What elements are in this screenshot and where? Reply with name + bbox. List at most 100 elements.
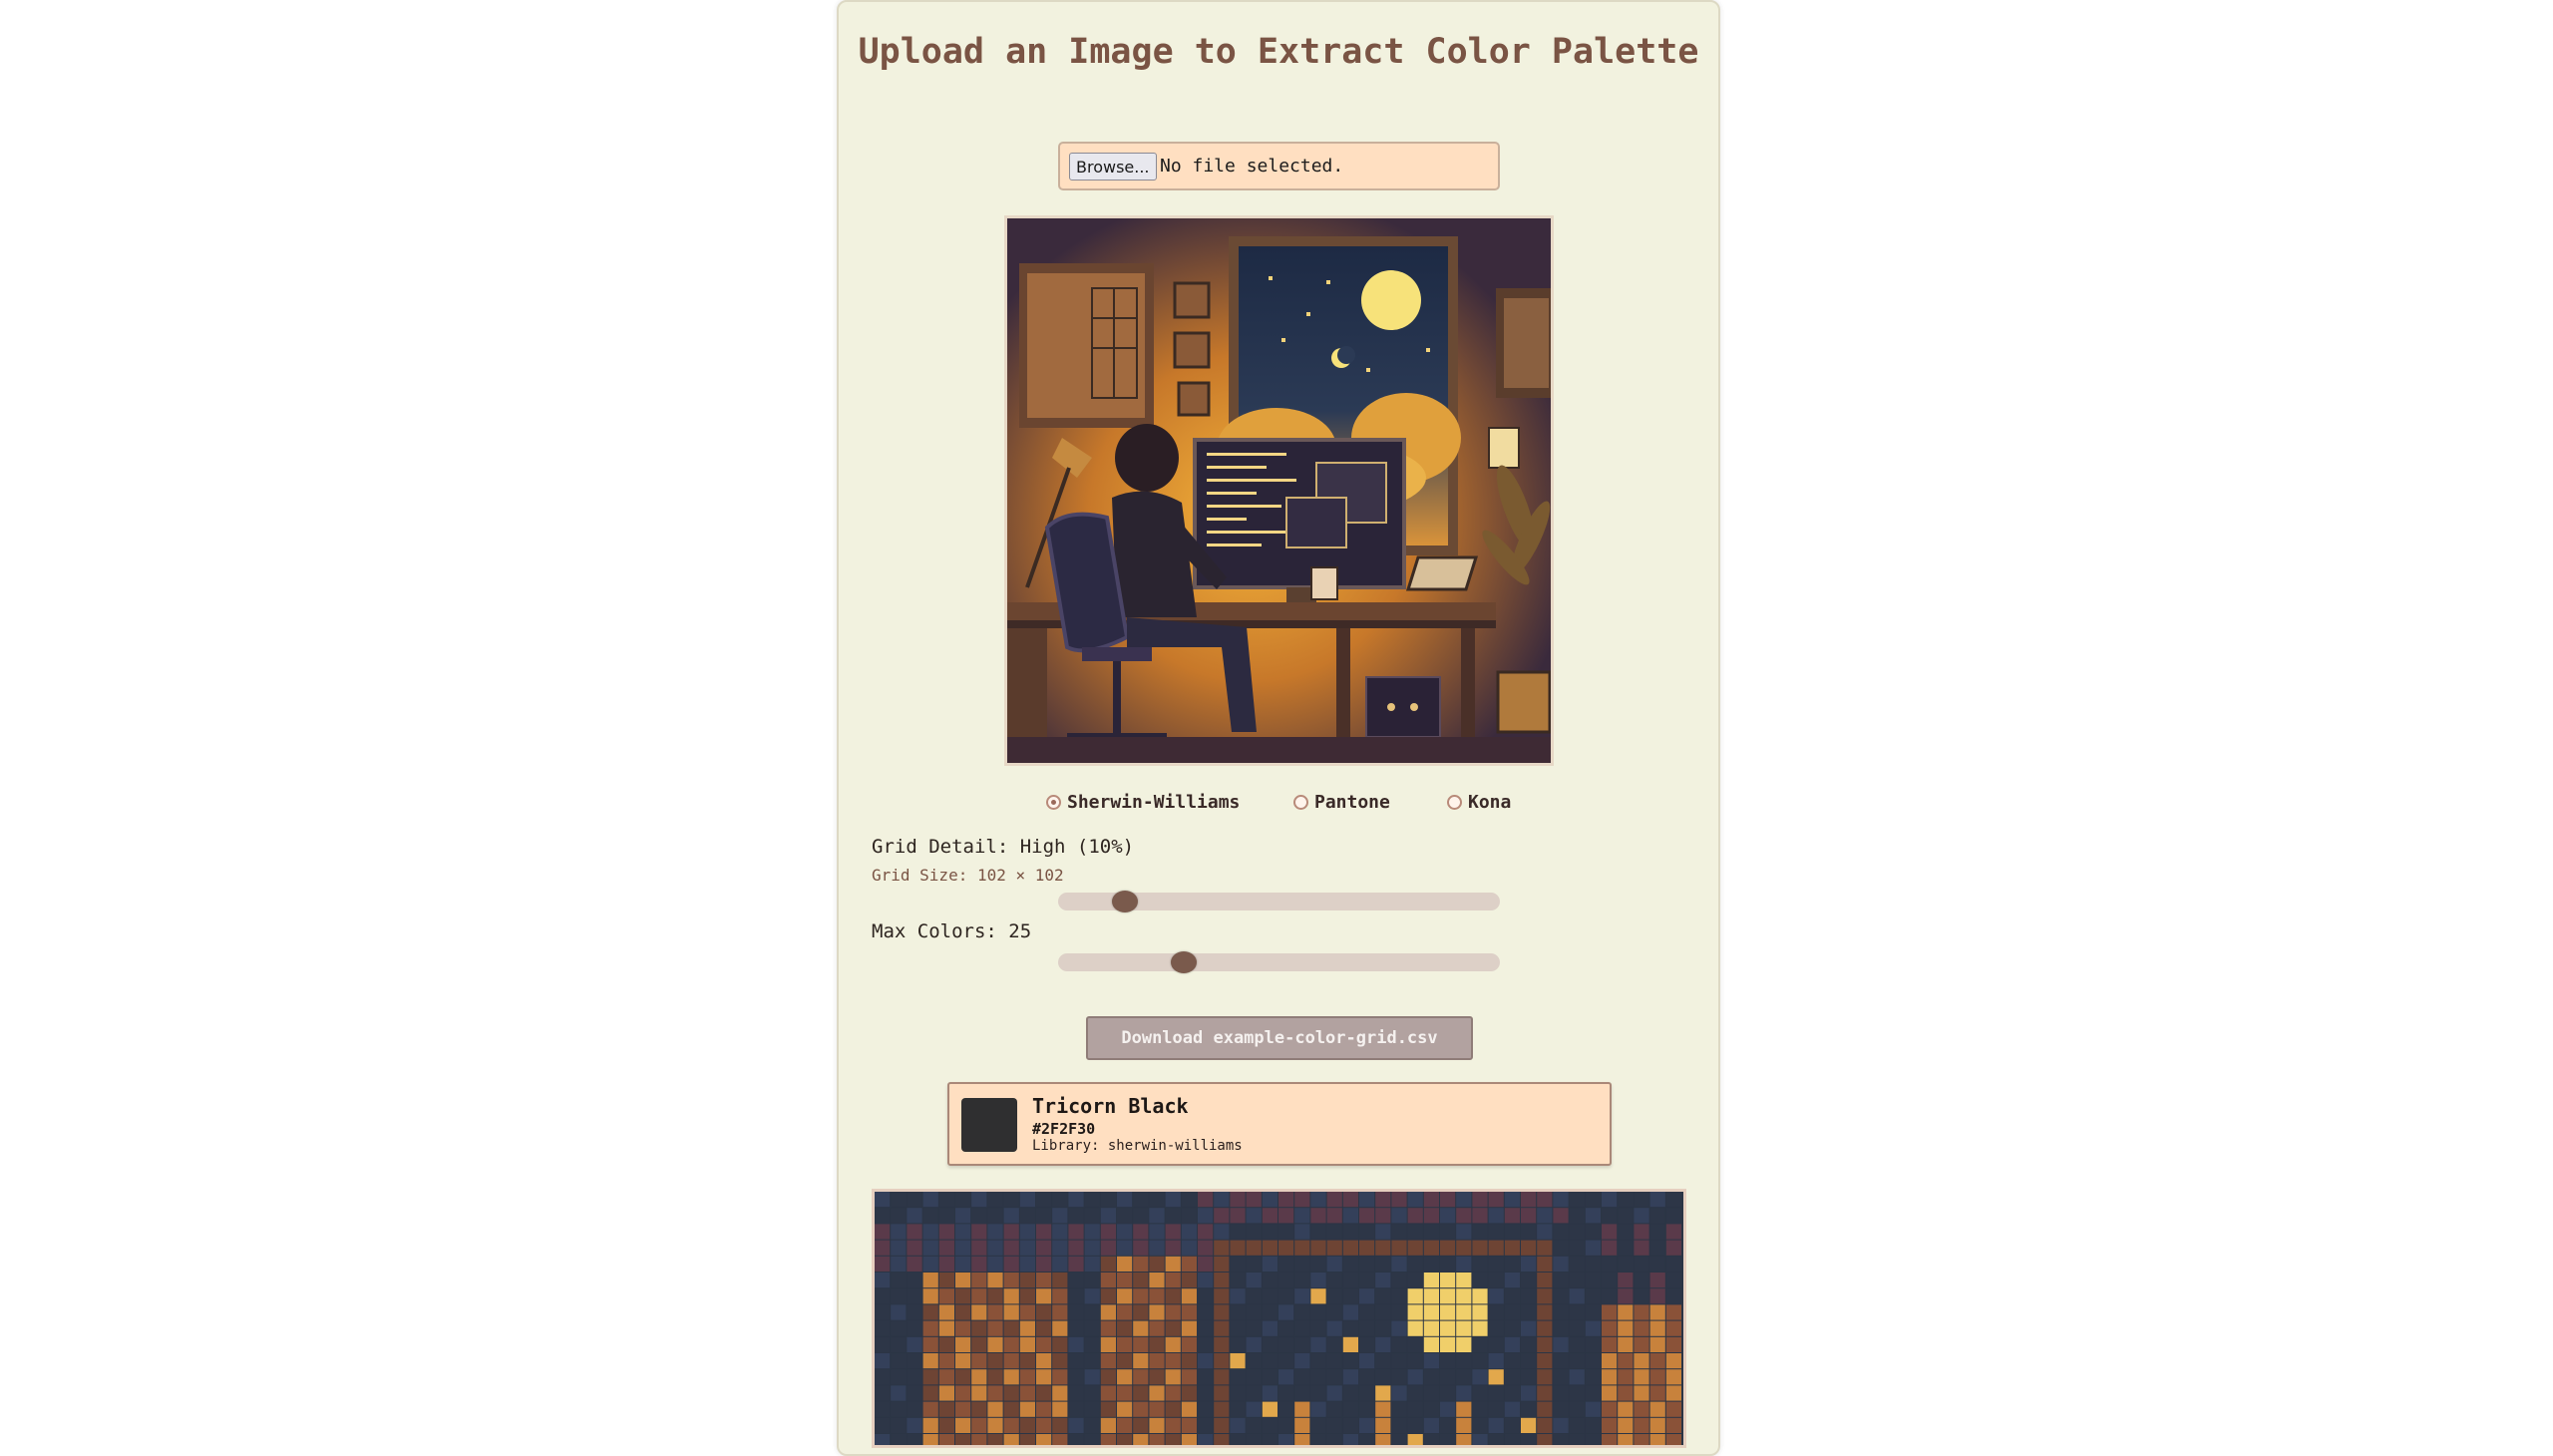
grid-cell[interactable] [1634,1369,1649,1385]
grid-cell[interactable] [1634,1304,1649,1320]
grid-cell[interactable] [1423,1385,1439,1401]
grid-cell[interactable] [971,1224,987,1240]
grid-cell[interactable] [1553,1353,1569,1369]
grid-cell[interactable] [1375,1304,1391,1320]
grid-cell[interactable] [1181,1224,1197,1240]
grid-cell[interactable] [1521,1273,1537,1288]
grid-cell[interactable] [1117,1336,1133,1352]
grid-cell[interactable] [1165,1320,1181,1336]
grid-cell[interactable] [1553,1224,1569,1240]
grid-cell[interactable] [1375,1336,1391,1352]
grid-cell[interactable] [1165,1208,1181,1224]
grid-cell[interactable] [1407,1208,1423,1224]
grid-cell[interactable] [1262,1192,1277,1208]
grid-cell[interactable] [1440,1256,1456,1272]
grid-cell[interactable] [1342,1320,1358,1336]
grid-cell[interactable] [1618,1288,1634,1304]
grid-cell[interactable] [1214,1256,1230,1272]
grid-cell[interactable] [1375,1192,1391,1208]
grid-cell[interactable] [1618,1224,1634,1240]
grid-cell[interactable] [1310,1353,1326,1369]
grid-cell[interactable] [1440,1320,1456,1336]
grid-cell[interactable] [1456,1417,1472,1433]
grid-cell[interactable] [1634,1353,1649,1369]
grid-cell[interactable] [1149,1240,1165,1256]
grid-cell[interactable] [1214,1353,1230,1369]
grid-cell[interactable] [922,1353,938,1369]
grid-cell[interactable] [922,1208,938,1224]
grid-cell[interactable] [1230,1273,1246,1288]
grid-cell[interactable] [1342,1273,1358,1288]
grid-cell[interactable] [1618,1240,1634,1256]
grid-cell[interactable] [1019,1208,1035,1224]
grid-cell[interactable] [1618,1336,1634,1352]
grid-cell[interactable] [1649,1353,1665,1369]
grid-cell[interactable] [1504,1369,1520,1385]
grid-cell[interactable] [1665,1288,1681,1304]
grid-cell[interactable] [1326,1256,1342,1272]
grid-cell[interactable] [1649,1304,1665,1320]
grid-cell[interactable] [1504,1208,1520,1224]
grid-cell[interactable] [1326,1208,1342,1224]
grid-cell[interactable] [1569,1288,1585,1304]
grid-cell[interactable] [1149,1385,1165,1401]
grid-cell[interactable] [938,1369,954,1385]
grid-cell[interactable] [1504,1320,1520,1336]
grid-cell[interactable] [1084,1273,1100,1288]
grid-cell[interactable] [1375,1273,1391,1288]
grid-cell[interactable] [1084,1256,1100,1272]
grid-cell[interactable] [1262,1304,1277,1320]
file-upload[interactable]: Browse... No file selected. [1058,142,1500,190]
grid-cell[interactable] [1569,1401,1585,1417]
grid-cell[interactable] [955,1369,971,1385]
grid-cell[interactable] [1198,1336,1214,1352]
grid-cell[interactable] [1359,1273,1375,1288]
grid-cell[interactable] [1052,1401,1068,1417]
grid-cell[interactable] [1181,1385,1197,1401]
radio-selected-icon[interactable] [1046,794,1061,810]
browse-button[interactable]: Browse... [1069,153,1157,181]
grid-cell[interactable] [1278,1224,1294,1240]
grid-cell[interactable] [1472,1240,1488,1256]
grid-cell[interactable] [1521,1336,1537,1352]
grid-cell[interactable] [1440,1336,1456,1352]
grid-cell[interactable] [907,1240,922,1256]
grid-cell[interactable] [1391,1256,1407,1272]
grid-cell[interactable] [1423,1273,1439,1288]
grid-cell[interactable] [955,1273,971,1288]
grid-cell[interactable] [922,1288,938,1304]
grid-cell[interactable] [1278,1385,1294,1401]
grid-cell[interactable] [1230,1240,1246,1256]
grid-cell[interactable] [1488,1288,1504,1304]
grid-cell[interactable] [1262,1320,1277,1336]
grid-cell[interactable] [1649,1192,1665,1208]
grid-cell[interactable] [1326,1240,1342,1256]
grid-cell[interactable] [1407,1288,1423,1304]
grid-cell[interactable] [987,1369,1003,1385]
grid-cell[interactable] [1181,1273,1197,1288]
grid-cell[interactable] [1278,1320,1294,1336]
grid-cell[interactable] [1100,1288,1116,1304]
grid-cell[interactable] [1326,1401,1342,1417]
grid-cell[interactable] [1569,1369,1585,1385]
grid-cell[interactable] [1649,1320,1665,1336]
grid-cell[interactable] [1553,1273,1569,1288]
download-csv-button[interactable]: Download example-color-grid.csv [1086,1016,1473,1060]
grid-cell[interactable] [1375,1385,1391,1401]
grid-cell[interactable] [938,1417,954,1433]
grid-cell[interactable] [922,1273,938,1288]
grid-cell[interactable] [938,1304,954,1320]
grid-cell[interactable] [1036,1192,1052,1208]
grid-cell[interactable] [907,1417,922,1433]
grid-cell[interactable] [891,1304,907,1320]
grid-cell[interactable] [1342,1288,1358,1304]
grid-cell[interactable] [1391,1273,1407,1288]
grid-cell[interactable] [1456,1353,1472,1369]
grid-cell[interactable] [907,1401,922,1417]
grid-cell[interactable] [1618,1273,1634,1288]
grid-cell[interactable] [1165,1417,1181,1433]
grid-cell[interactable] [1456,1192,1472,1208]
grid-cell[interactable] [1649,1369,1665,1385]
grid-cell[interactable] [1618,1320,1634,1336]
grid-cell[interactable] [1100,1192,1116,1208]
